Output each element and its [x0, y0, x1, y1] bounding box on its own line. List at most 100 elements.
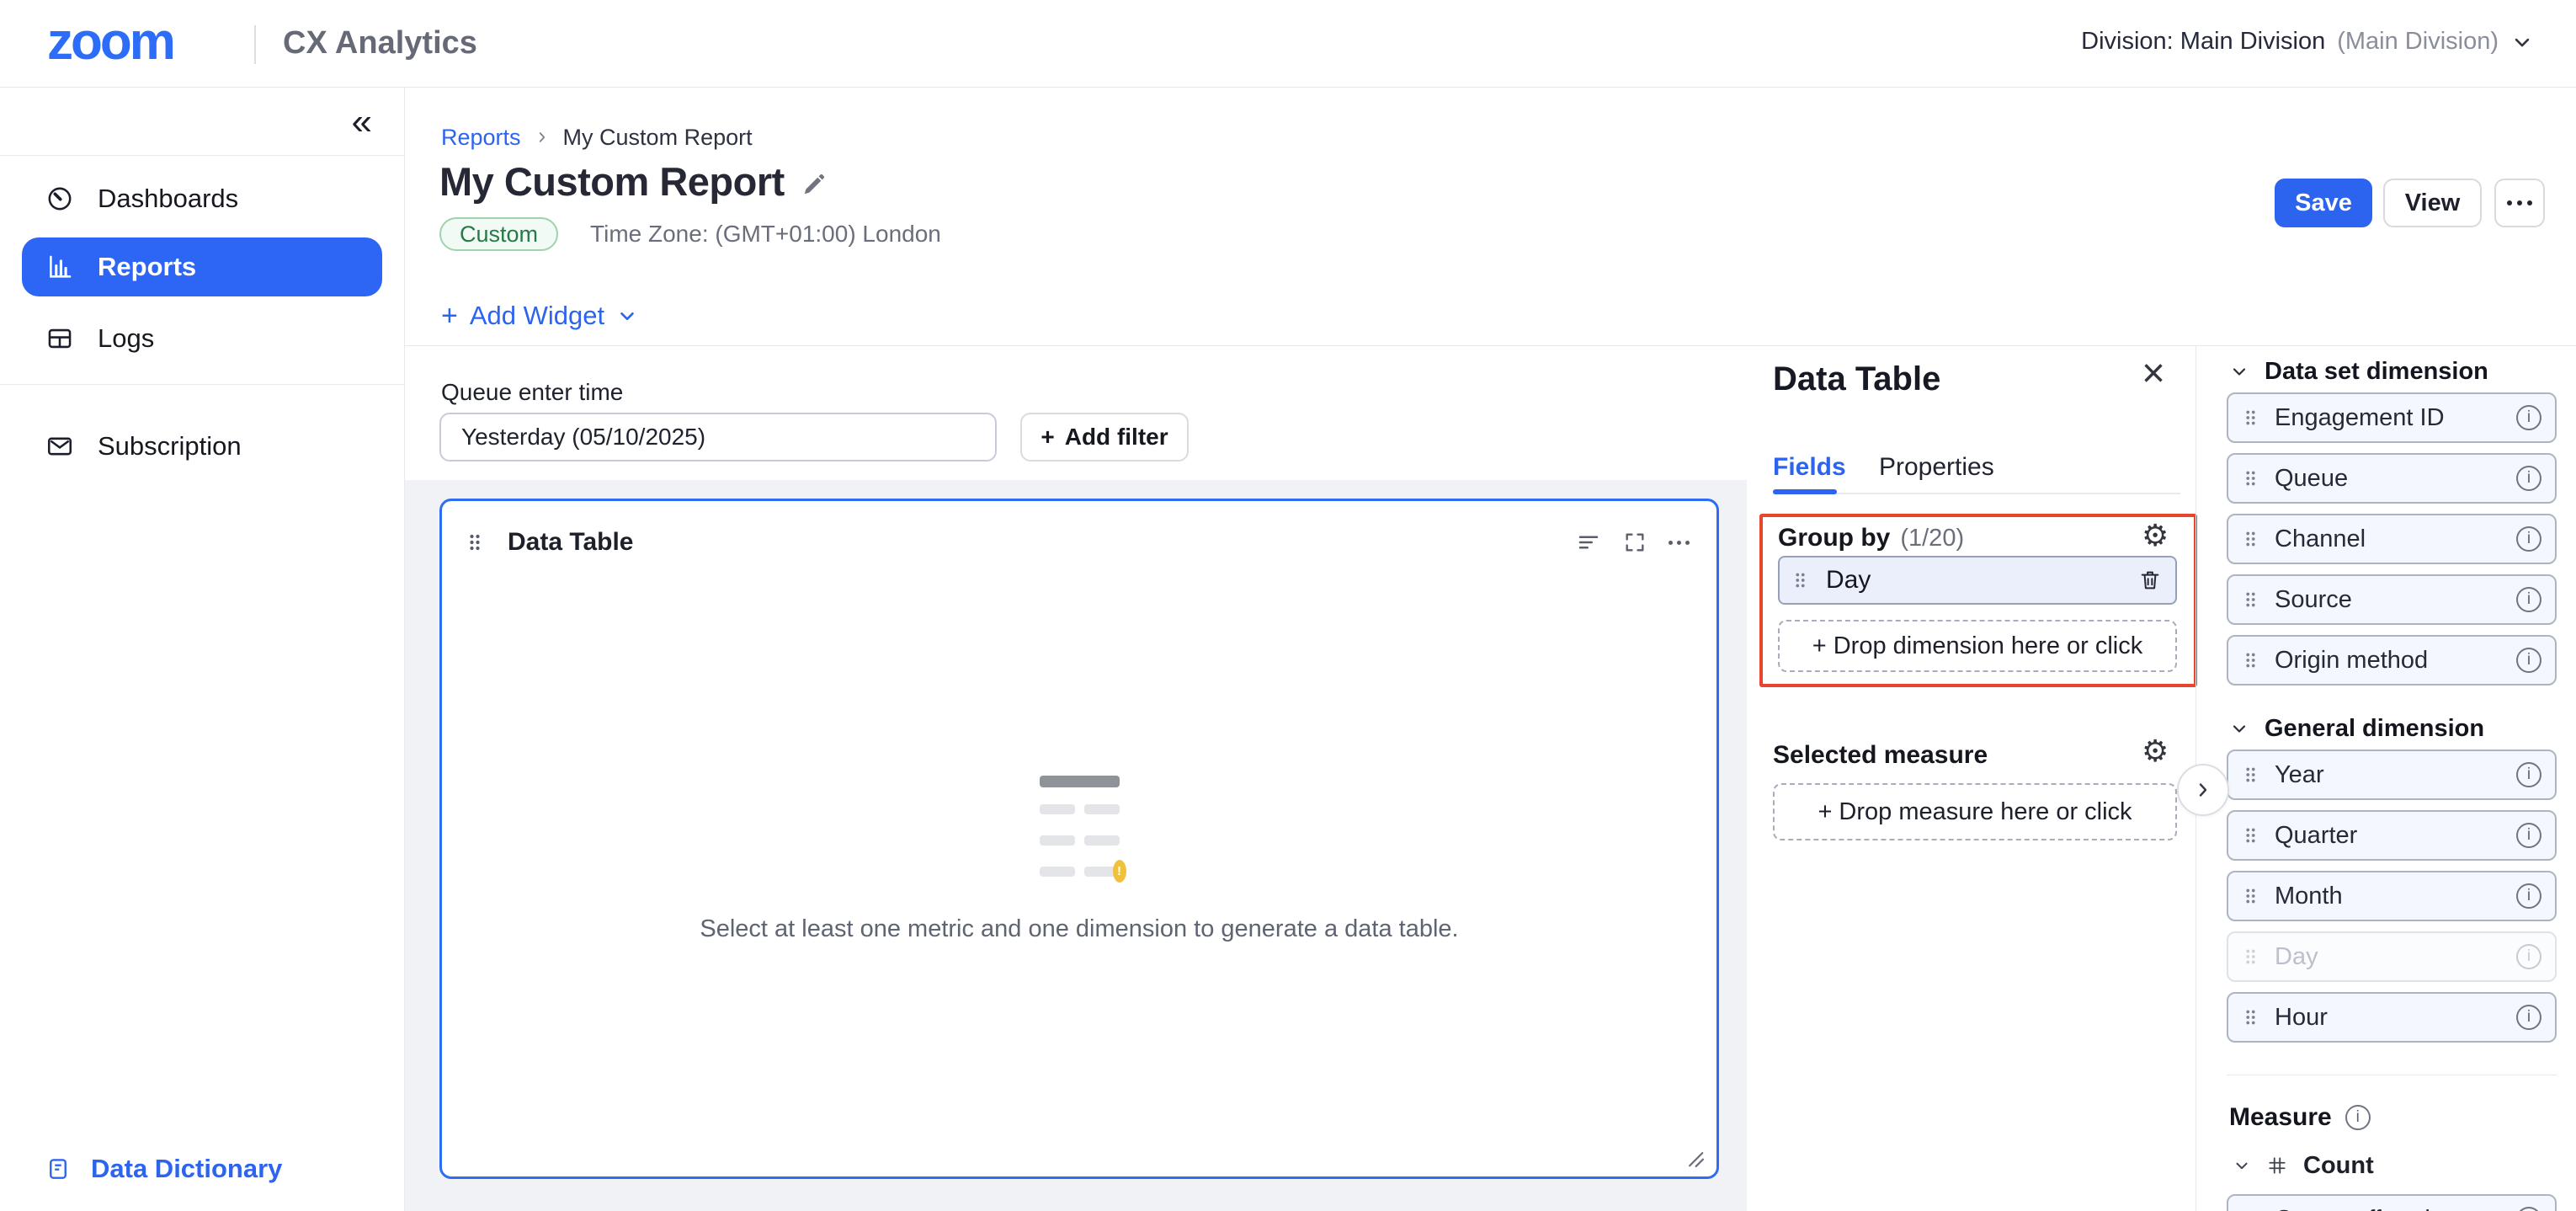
- measure-chip-queue-offered-partial[interactable]: Queue offered i: [2227, 1194, 2557, 1211]
- sidebar: « Dashboards Reports Logs Subscription D…: [0, 88, 405, 1211]
- info-icon[interactable]: i: [2516, 526, 2541, 552]
- group-by-header: Group by (1/20): [1778, 524, 1964, 557]
- measure-settings-gear-icon[interactable]: ⚙: [2142, 736, 2169, 766]
- report-canvas: Data Table ! Select at least one metric …: [405, 480, 1747, 1211]
- widget-menu-icon[interactable]: [1669, 541, 1690, 545]
- logo-divider: [254, 25, 256, 64]
- panel-collapse-button[interactable]: [2177, 764, 2229, 816]
- reports-icon: [45, 253, 74, 281]
- zoom-logo: zoom: [47, 12, 173, 72]
- sidebar-item-reports[interactable]: Reports: [22, 237, 382, 296]
- empty-illustration: !: [1040, 776, 1120, 877]
- empty-state: ! Select at least one metric and one dim…: [442, 776, 1716, 943]
- sidebar-item-logs[interactable]: Logs: [0, 312, 404, 365]
- info-icon[interactable]: i: [2516, 466, 2541, 491]
- group-by-count: (1/20): [1900, 525, 1964, 552]
- group-by-settings-gear-icon[interactable]: ⚙: [2142, 520, 2169, 551]
- measure-group-label: Count: [2303, 1152, 2374, 1180]
- measure-label: Measure: [2229, 1103, 2332, 1132]
- sidebar-item-label: Reports: [98, 252, 196, 282]
- app-header: zoom CX Analytics Division: Main Divisio…: [0, 0, 2576, 88]
- trash-icon[interactable]: [2138, 568, 2162, 592]
- sidebar-item-dashboards[interactable]: Dashboards: [0, 172, 404, 226]
- panel-title: Data Table: [1773, 360, 1940, 398]
- info-icon[interactable]: i: [2516, 648, 2541, 673]
- info-icon[interactable]: i: [2516, 762, 2541, 787]
- division-sublabel: (Main Division): [2337, 28, 2499, 56]
- more-actions-button[interactable]: [2494, 179, 2545, 227]
- selected-measure-label: Selected measure: [1773, 741, 1988, 770]
- timezone-label: Time Zone: (GMT+01:00) London: [590, 221, 941, 248]
- dimension-chip-queue[interactable]: Queue i: [2227, 453, 2557, 504]
- edit-pencil-icon[interactable]: [801, 172, 827, 197]
- add-widget-button[interactable]: + Add Widget: [441, 300, 638, 332]
- close-icon[interactable]: ×: [2142, 354, 2165, 394]
- dimension-chip-hour[interactable]: Hour i: [2227, 992, 2557, 1043]
- sidebar-collapse-icon[interactable]: «: [352, 101, 372, 143]
- info-icon[interactable]: i: [2516, 587, 2541, 612]
- cx-analytics-app: zoom CX Analytics Division: Main Divisio…: [0, 0, 2576, 1211]
- envelope-icon: [45, 432, 74, 461]
- info-icon[interactable]: i: [2516, 883, 2541, 909]
- view-button[interactable]: View: [2383, 179, 2482, 227]
- drag-handle-icon: [2245, 531, 2256, 547]
- add-widget-label: Add Widget: [470, 301, 604, 331]
- logs-table-icon: [45, 324, 74, 353]
- date-filter-input[interactable]: [439, 413, 997, 461]
- breadcrumb-reports-link[interactable]: Reports: [441, 125, 521, 151]
- resize-handle-icon[interactable]: [1686, 1150, 1705, 1168]
- report-meta-row: Custom Time Zone: (GMT+01:00) London: [439, 217, 941, 251]
- sidebar-item-label: Logs: [98, 323, 154, 354]
- info-icon[interactable]: i: [2345, 1105, 2371, 1130]
- dimension-chip-quarter[interactable]: Quarter i: [2227, 810, 2557, 861]
- section-label: Data set dimension: [2265, 358, 2488, 386]
- dimension-chip-channel[interactable]: Channel i: [2227, 514, 2557, 564]
- info-icon[interactable]: i: [2516, 405, 2541, 430]
- empty-state-message: Select at least one metric and one dimen…: [700, 915, 1458, 943]
- division-selector[interactable]: Division: Main Division (Main Division): [2081, 28, 2534, 56]
- group-by-label: Group by: [1778, 524, 1890, 552]
- add-filter-button[interactable]: + Add filter: [1020, 413, 1189, 461]
- document-icon: [45, 1156, 71, 1182]
- sidebar-divider: [0, 384, 404, 385]
- dimension-chip-origin-method[interactable]: Origin method i: [2227, 635, 2557, 686]
- ellipsis-icon: [2507, 200, 2512, 205]
- plus-icon: +: [441, 300, 458, 333]
- tab-fields[interactable]: Fields: [1773, 453, 1846, 482]
- tab-properties[interactable]: Properties: [1879, 453, 1994, 482]
- drag-handle-icon: [2245, 470, 2256, 487]
- drop-measure-zone[interactable]: + Drop measure here or click: [1773, 783, 2177, 840]
- drag-handle-icon: [2245, 409, 2256, 426]
- sidebar-item-label: Subscription: [98, 431, 242, 461]
- section-dataset-dimension[interactable]: Data set dimension: [2229, 355, 2488, 387]
- drag-handle-icon[interactable]: [1795, 572, 1806, 589]
- data-table-widget[interactable]: Data Table ! Select at least one metric …: [439, 499, 1719, 1179]
- tab-active-indicator: [1773, 489, 1837, 494]
- sidebar-item-subscription[interactable]: Subscription: [0, 419, 404, 473]
- expand-icon[interactable]: [1623, 531, 1647, 554]
- drag-handle-icon: [2245, 948, 2256, 965]
- section-general-dimension[interactable]: General dimension: [2229, 712, 2484, 744]
- measure-group-count[interactable]: Count: [2233, 1150, 2374, 1181]
- sidebar-divider: [0, 155, 404, 156]
- filter-lines-icon[interactable]: [1576, 530, 1601, 555]
- drag-handle-icon[interactable]: [469, 533, 481, 552]
- breadcrumb: Reports My Custom Report: [441, 123, 753, 152]
- report-type-badge: Custom: [439, 217, 558, 251]
- group-by-chip-day[interactable]: Day: [1778, 556, 2177, 605]
- info-icon[interactable]: i: [2516, 823, 2541, 848]
- dimension-chip-source[interactable]: Source i: [2227, 574, 2557, 625]
- drop-dimension-zone[interactable]: + Drop dimension here or click: [1778, 620, 2177, 672]
- drag-handle-icon: [2245, 652, 2256, 669]
- info-icon[interactable]: i: [2516, 1005, 2541, 1030]
- data-dictionary-link[interactable]: Data Dictionary: [45, 1150, 282, 1187]
- dimension-chip-year[interactable]: Year i: [2227, 750, 2557, 800]
- data-dictionary-label: Data Dictionary: [91, 1154, 282, 1184]
- dimension-chip-month[interactable]: Month i: [2227, 871, 2557, 921]
- drag-handle-icon: [2245, 766, 2256, 783]
- warning-badge: !: [1113, 860, 1126, 883]
- drag-handle-icon: [2245, 591, 2256, 608]
- dimension-chip-engagement-id[interactable]: Engagement ID i: [2227, 392, 2557, 443]
- save-button[interactable]: Save: [2275, 179, 2372, 227]
- chevron-down-icon: [2229, 361, 2249, 381]
